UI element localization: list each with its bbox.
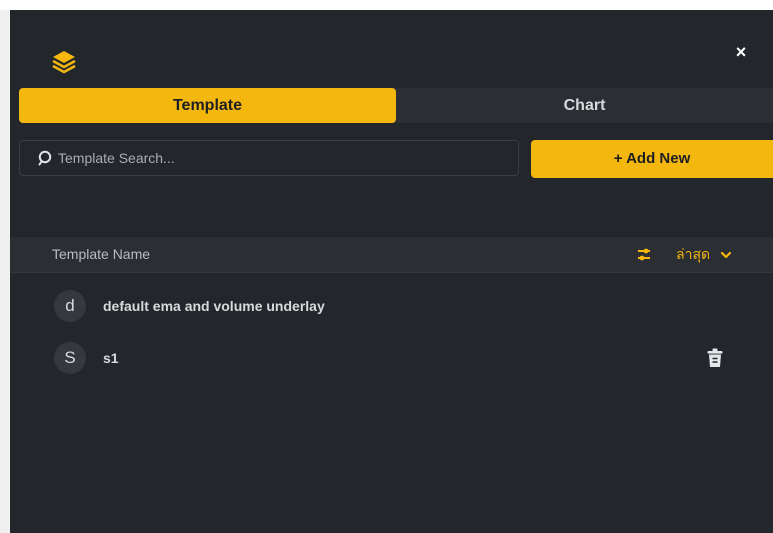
column-template-name: Template Name <box>52 246 151 262</box>
search-icon <box>38 150 52 166</box>
sliders-icon[interactable] <box>636 247 652 263</box>
template-panel: × Template Chart + Add New Template Name… <box>10 10 773 533</box>
top-strip <box>0 0 773 10</box>
search-input[interactable] <box>58 150 518 166</box>
page: × Template Chart + Add New Template Name… <box>0 0 773 533</box>
chevron-down-icon <box>720 251 732 258</box>
template-name[interactable]: s1 <box>103 338 119 378</box>
tab-bar: Template Chart <box>19 88 773 123</box>
list-item[interactable]: d default ema and volume underlay <box>10 286 773 326</box>
list-header: Template Name ล่าสุด <box>10 237 773 273</box>
close-button[interactable]: × <box>731 42 751 62</box>
layers-icon <box>52 51 76 74</box>
tab-chart[interactable]: Chart <box>396 88 773 123</box>
add-new-button[interactable]: + Add New <box>531 140 773 178</box>
trash-icon[interactable] <box>707 348 723 368</box>
sort-dropdown[interactable]: ล่าสุด <box>676 237 732 272</box>
sort-label: ล่าสุด <box>676 245 711 262</box>
template-name[interactable]: default ema and volume underlay <box>103 286 325 326</box>
search-box <box>19 140 519 176</box>
avatar: S <box>54 342 86 374</box>
list-item[interactable]: S s1 <box>10 338 773 378</box>
tab-template[interactable]: Template <box>19 88 396 123</box>
avatar: d <box>54 290 86 322</box>
